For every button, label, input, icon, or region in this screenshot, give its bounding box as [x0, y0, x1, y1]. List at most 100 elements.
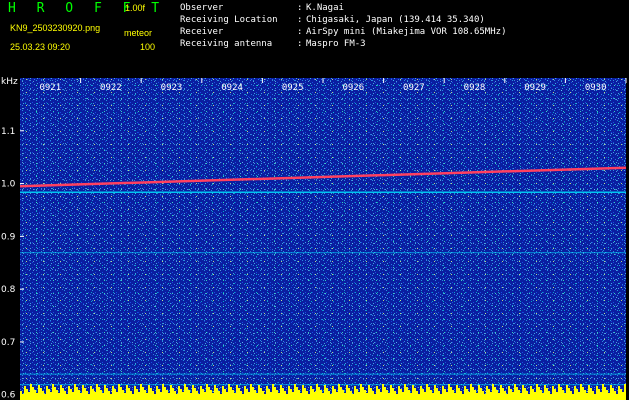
- intensity-bar: [504, 391, 506, 400]
- intensity-bar: [220, 394, 222, 400]
- intensity-bar: [244, 386, 246, 400]
- intensity-bar: [84, 388, 86, 400]
- intensity-bar: [384, 387, 386, 400]
- intensity-bar: [202, 389, 204, 400]
- intensity-bar: [298, 390, 300, 400]
- intensity-bar: [406, 387, 408, 400]
- intensity-bar: [170, 385, 172, 400]
- intensity-bar: [374, 394, 376, 400]
- intensity-bar: [124, 393, 126, 400]
- intensity-bar: [376, 386, 378, 400]
- intensity-bar: [448, 384, 450, 400]
- intensity-bar: [600, 392, 602, 400]
- intensity-bar: [276, 390, 278, 400]
- intensity-bar: [620, 389, 622, 400]
- intensity-bar: [98, 387, 100, 400]
- intensity-bar: [340, 387, 342, 400]
- intensity-bar: [246, 389, 248, 400]
- intensity-bar: [392, 388, 394, 400]
- location-value: Chigasaki, Japan (139.414 35.340): [306, 15, 485, 25]
- intensity-bar: [288, 386, 290, 400]
- intensity-bar: [500, 385, 502, 400]
- intensity-bar: [416, 391, 418, 400]
- intensity-bar: [338, 384, 340, 400]
- horizontal-band: [20, 384, 626, 386]
- datetime-label: 25.03.23 09:20: [10, 42, 71, 52]
- intensity-bar: [142, 387, 144, 400]
- intensity-bar: [604, 387, 606, 400]
- intensity-bar: [78, 390, 80, 400]
- intensity-bar: [346, 385, 348, 400]
- intensity-bar: [432, 393, 434, 400]
- intensity-bar: [316, 384, 318, 400]
- horizontal-band: [20, 191, 626, 193]
- intensity-bar: [450, 387, 452, 400]
- intensity-bar: [192, 385, 194, 400]
- antenna-value: Maspro FM-3: [306, 39, 366, 49]
- intensity-bar: [150, 388, 152, 400]
- intensity-bar: [234, 393, 236, 400]
- intensity-bar: [412, 385, 414, 400]
- intensity-bar: [560, 387, 562, 400]
- intensity-bar: [214, 385, 216, 400]
- intensity-bar: [278, 393, 280, 400]
- intensity-bar: [588, 385, 590, 400]
- x-tick-label: 0930: [585, 83, 607, 93]
- intensity-bar: [388, 393, 390, 400]
- intensity-bar: [380, 392, 382, 400]
- intensity-bar: [114, 389, 116, 400]
- intensity-bar: [208, 387, 210, 400]
- intensity-bar: [160, 392, 162, 400]
- x-tick-label: 0924: [221, 83, 243, 93]
- intensity-bar: [52, 384, 54, 400]
- observer-colon: :: [297, 3, 303, 13]
- intensity-bar: [466, 389, 468, 400]
- intensity-bar: [204, 392, 206, 400]
- intensity-bar: [296, 387, 298, 400]
- count-label: 100: [140, 42, 156, 52]
- intensity-bar: [354, 386, 356, 400]
- intensity-bar: [580, 384, 582, 400]
- intensity-bar: [322, 393, 324, 400]
- intensity-bar: [594, 394, 596, 400]
- intensity-bar: [510, 389, 512, 400]
- intensity-bar: [270, 392, 272, 400]
- intensity-bar: [318, 387, 320, 400]
- intensity-bar: [274, 387, 276, 400]
- intensity-bar: [378, 389, 380, 400]
- intensity-bar: [584, 390, 586, 400]
- spectrogram-plot: 0921 0922 0923 0924 0925 0926 0927 0928 0929 0930…: [1, 77, 627, 400]
- intensity-bar: [128, 388, 130, 400]
- intensity-bar: [290, 389, 292, 400]
- intensity-bar: [574, 386, 576, 400]
- intensity-bar: [514, 384, 516, 400]
- intensity-bar: [506, 394, 508, 400]
- intensity-bar: [198, 394, 200, 400]
- intensity-bar: [80, 393, 82, 400]
- intensity-bar: [188, 390, 190, 400]
- intensity-bar: [516, 387, 518, 400]
- intensity-bar: [444, 389, 446, 400]
- intensity-bar: [596, 386, 598, 400]
- intensity-bar: [390, 385, 392, 400]
- intensity-bar: [526, 391, 528, 400]
- intensity-bar: [264, 394, 266, 400]
- intensity-bar: [352, 394, 354, 400]
- intensity-bar: [462, 394, 464, 400]
- intensity-bar: [564, 393, 566, 400]
- intensity-bar: [438, 391, 440, 400]
- intensity-bar: [518, 390, 520, 400]
- intensity-bar: [618, 386, 620, 400]
- intensity-bar: [258, 385, 260, 400]
- intensity-bar: [566, 385, 568, 400]
- intensity-bar: [520, 393, 522, 400]
- intensity-bar: [108, 391, 110, 400]
- intensity-bar: [498, 393, 500, 400]
- observer-value: K.Nagai: [306, 3, 344, 13]
- intensity-bar: [598, 389, 600, 400]
- intensity-bar: [480, 388, 482, 400]
- y-tick-label: 1.1: [1, 127, 15, 137]
- intensity-bar: [398, 386, 400, 400]
- intensity-bar: [58, 393, 60, 400]
- intensity-bar: [166, 390, 168, 400]
